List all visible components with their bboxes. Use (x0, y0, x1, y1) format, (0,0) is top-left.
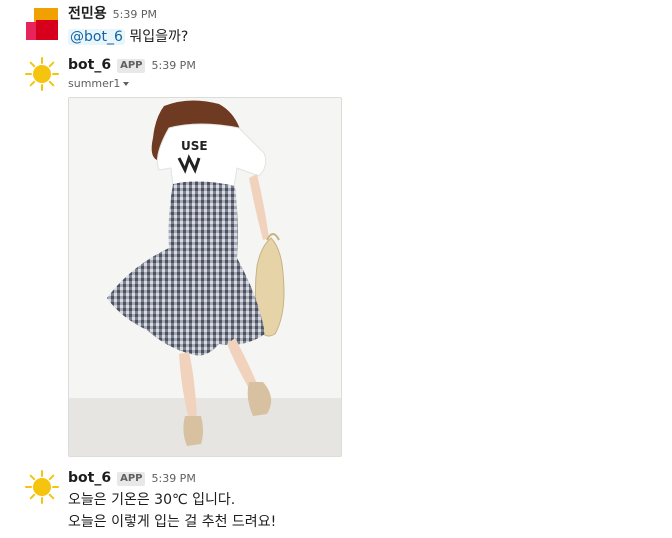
outfit-image[interactable]: USE (68, 97, 342, 457)
svg-text:USE: USE (181, 139, 208, 153)
message-line-2: 오늘은 이렇게 입는 걸 추천 드려요! (68, 514, 277, 530)
timestamp[interactable]: 5:39 PM (151, 470, 195, 488)
message-line-1: 오늘은 기온은 30℃ 입니다. (68, 492, 236, 508)
app-badge: APP (117, 59, 146, 73)
sun-icon[interactable] (24, 469, 60, 505)
user-avatar-icon[interactable] (24, 6, 60, 42)
attachment-title-text: summer1 (68, 77, 121, 90)
username[interactable]: 전민용 (68, 5, 107, 23)
username[interactable]: bot_6 (68, 469, 111, 487)
mention[interactable]: @bot_6 (68, 29, 125, 45)
timestamp[interactable]: 5:39 PM (113, 6, 157, 24)
sun-icon[interactable] (24, 56, 60, 92)
attachment-title[interactable]: summer1 (68, 77, 652, 90)
chevron-down-icon (123, 81, 130, 86)
app-badge: APP (117, 472, 146, 486)
message-text: 뭐입을까? (129, 29, 189, 45)
timestamp[interactable]: 5:39 PM (151, 57, 195, 75)
username[interactable]: bot_6 (68, 56, 111, 74)
